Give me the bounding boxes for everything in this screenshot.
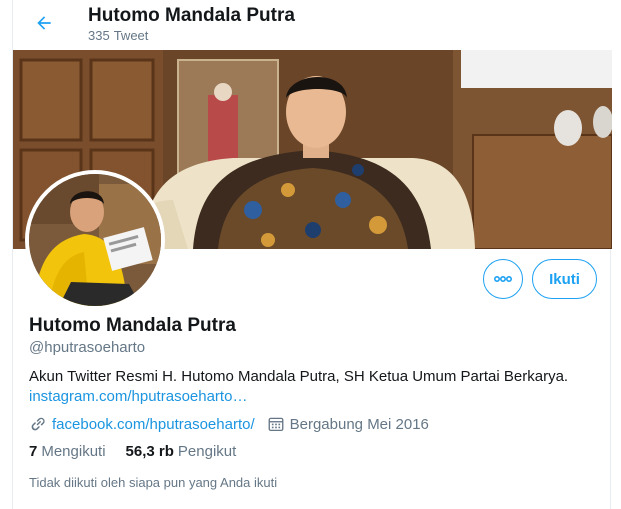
calendar-icon <box>268 417 284 432</box>
profile-meta: facebook.com/hputrasoeharto/ Bergabung M… <box>29 413 441 435</box>
tweet-count-label: Tweet <box>113 28 149 43</box>
joined-date: Bergabung Mei 2016 <box>289 415 429 433</box>
avatar-photo <box>29 174 161 306</box>
link-icon <box>31 417 45 431</box>
joined-item: Bergabung Mei 2016 <box>267 415 429 433</box>
following-count: 7 <box>29 443 38 460</box>
tweet-count-number: 335 <box>88 28 110 43</box>
arrow-left-icon <box>37 16 51 30</box>
profile-name: Hutomo Mandala Putra <box>29 315 236 336</box>
profile-handle: @hputrasoeharto <box>29 339 146 356</box>
tweet-count: 335 Tweet <box>88 28 148 43</box>
followed-by-note: Tidak diikuti oleh siapa pun yang Anda i… <box>29 475 278 490</box>
profile-avatar[interactable] <box>25 170 165 310</box>
website-item: facebook.com/hputrasoeharto/ <box>29 415 255 433</box>
profile-header: Hutomo Mandala Putra 335 Tweet <box>13 0 612 50</box>
follow-stats: 7 Mengikuti 56,3 rb Pengikut <box>29 443 256 460</box>
profile-bio: Akun Twitter Resmi H. Hutomo Mandala Put… <box>29 367 599 407</box>
followers-stat[interactable]: 56,3 rb Pengikut <box>126 443 237 460</box>
following-label: Mengikuti <box>41 443 106 460</box>
followers-label: Pengikut <box>177 443 237 460</box>
follow-button[interactable]: Ikuti <box>532 259 597 299</box>
profile-column: Hutomo Mandala Putra 335 Tweet Ikuti Hut… <box>12 0 612 509</box>
more-options-button[interactable] <box>483 259 523 299</box>
followers-count: 56,3 rb <box>125 443 174 460</box>
bio-text: Akun Twitter Resmi H. Hutomo Mandala Put… <box>29 368 569 385</box>
bio-link[interactable]: instagram.com/hputrasoeharto… <box>29 387 599 407</box>
following-stat[interactable]: 7 Mengikuti <box>29 443 106 460</box>
header-title: Hutomo Mandala Putra <box>88 5 295 26</box>
website-link[interactable]: facebook.com/hputrasoeharto/ <box>52 416 255 433</box>
more-horizontal-icon <box>493 276 513 283</box>
back-button[interactable] <box>27 6 61 40</box>
